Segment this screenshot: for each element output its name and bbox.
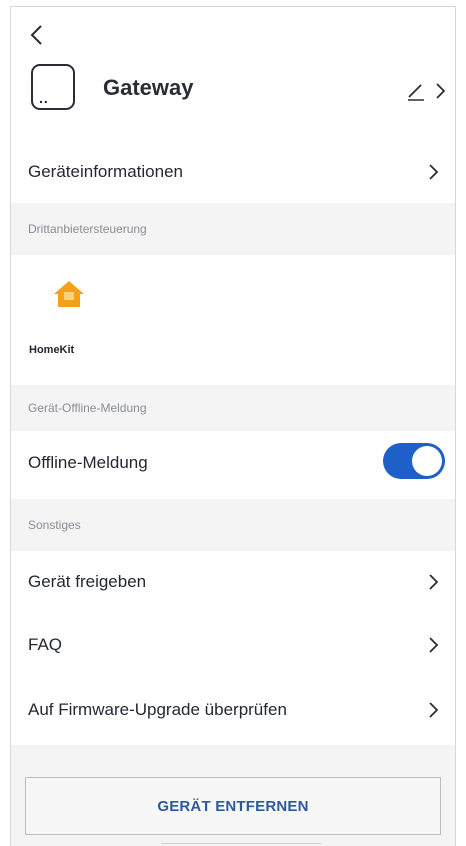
offline-section-title: Gerät-Offline-Meldung xyxy=(28,401,147,415)
offline-notification-label: Offline-Meldung xyxy=(28,453,148,472)
firmware-check-label: Auf Firmware-Upgrade überprüfen xyxy=(28,700,287,719)
homekit-house-icon xyxy=(54,281,84,307)
homekit-label: HomeKit xyxy=(29,344,75,356)
back-chevron-icon[interactable] xyxy=(25,23,49,47)
chevron-right-icon xyxy=(429,164,439,180)
chevron-right-icon[interactable] xyxy=(433,80,449,102)
chevron-right-icon xyxy=(429,702,439,718)
chevron-right-icon xyxy=(429,574,439,590)
offline-section-header: Gerät-Offline-Meldung xyxy=(11,385,455,431)
pencil-icon[interactable] xyxy=(405,80,427,102)
homekit-tile[interactable]: HomeKit xyxy=(29,279,89,356)
divider xyxy=(161,843,321,844)
faq-label: FAQ xyxy=(28,635,63,654)
other-section-header: Sonstiges xyxy=(11,499,455,551)
device-info-row[interactable]: Geräteinformationen xyxy=(11,141,455,203)
third-party-section-header: Drittanbietersteuerung xyxy=(11,203,455,255)
third-party-section-title: Drittanbietersteuerung xyxy=(28,222,147,236)
share-device-label: Gerät freigeben xyxy=(28,572,147,591)
firmware-check-row[interactable]: Auf Firmware-Upgrade überprüfen xyxy=(11,677,455,743)
share-device-row[interactable]: Gerät freigeben xyxy=(11,551,455,613)
remove-device-button[interactable]: GERÄT ENTFERNEN xyxy=(25,777,441,835)
chevron-right-icon xyxy=(429,637,439,653)
faq-row[interactable]: FAQ xyxy=(11,613,455,677)
device-settings-screen: .. Gateway Geräteinformationen Drittanbi… xyxy=(10,6,456,846)
toggle-knob xyxy=(412,446,442,476)
offline-notification-toggle[interactable] xyxy=(383,443,445,479)
gateway-device-icon: .. xyxy=(31,64,75,110)
device-info-label: Geräteinformationen xyxy=(28,162,183,181)
device-name: Gateway xyxy=(103,75,194,100)
other-section-title: Sonstiges xyxy=(28,518,81,532)
